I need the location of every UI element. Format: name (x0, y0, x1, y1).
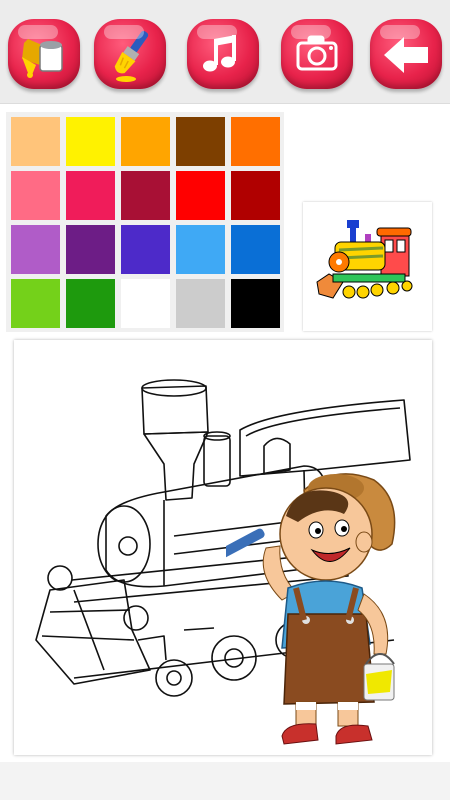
music-note-icon (203, 35, 236, 72)
color-swatch[interactable] (66, 225, 115, 274)
back-button[interactable] (370, 19, 442, 89)
color-swatch[interactable] (11, 117, 60, 166)
brush-button[interactable] (94, 19, 166, 89)
boy-painter-mascot (226, 473, 396, 745)
camera-icon (296, 35, 338, 71)
color-swatch[interactable] (121, 117, 170, 166)
fill-bucket-button[interactable] (8, 19, 80, 89)
color-swatch[interactable] (66, 171, 115, 220)
color-swatch[interactable] (121, 171, 170, 220)
color-palette (6, 112, 284, 332)
color-swatch[interactable] (66, 117, 115, 166)
toolbar (0, 0, 450, 104)
color-swatch[interactable] (231, 171, 280, 220)
color-swatch[interactable] (11, 225, 60, 274)
color-swatch[interactable] (11, 171, 60, 220)
camera-button[interactable] (281, 19, 353, 89)
color-swatch[interactable] (176, 279, 225, 328)
coloring-canvas[interactable] (14, 340, 432, 755)
reference-preview[interactable] (303, 202, 432, 331)
color-swatch[interactable] (231, 225, 280, 274)
color-swatch[interactable] (231, 117, 280, 166)
colored-train-thumbnail (316, 220, 413, 299)
color-swatch[interactable] (66, 279, 115, 328)
bottom-bar (0, 762, 450, 800)
color-swatch[interactable] (121, 279, 170, 328)
paint-brush-icon (114, 30, 149, 82)
color-swatch[interactable] (176, 171, 225, 220)
color-swatch[interactable] (176, 117, 225, 166)
color-swatch[interactable] (121, 225, 170, 274)
arrow-left-icon (384, 37, 428, 73)
music-button[interactable] (187, 19, 259, 89)
color-swatch[interactable] (231, 279, 280, 328)
color-swatch[interactable] (176, 225, 225, 274)
paint-bucket-icon (22, 39, 63, 78)
color-swatch[interactable] (11, 279, 60, 328)
